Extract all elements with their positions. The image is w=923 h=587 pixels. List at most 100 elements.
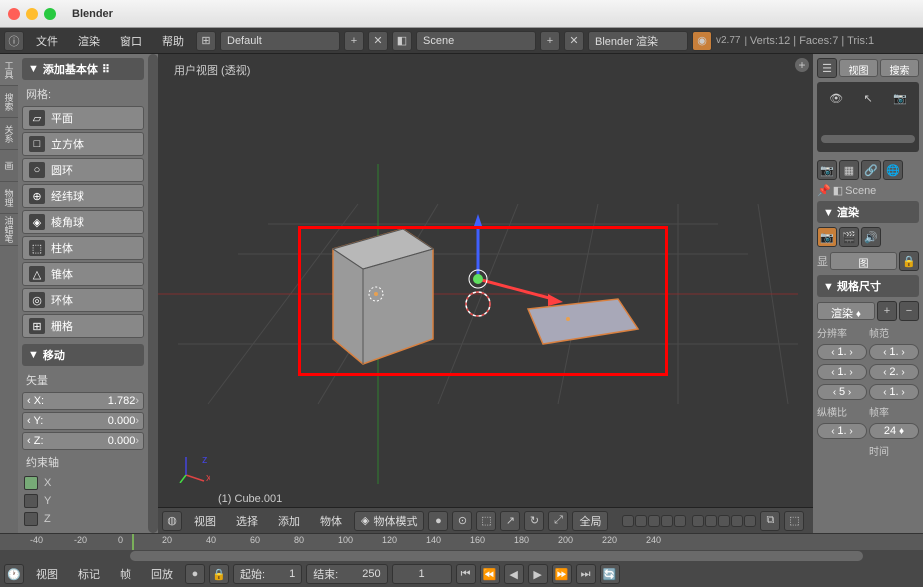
frame-step-input[interactable]: ‹ 1. ›: [869, 384, 919, 400]
preset-del-btn[interactable]: −: [899, 301, 919, 321]
jump-end-icon[interactable]: ⏭: [576, 564, 596, 584]
lock-range-icon[interactable]: 🔒: [209, 564, 229, 584]
prev-keyframe-icon[interactable]: ⏪: [480, 564, 500, 584]
props-scene-tab[interactable]: 🔗: [861, 160, 881, 180]
timeline-area[interactable]: -40-20020406080100120140160180200220240: [0, 533, 923, 561]
add-plane-btn[interactable]: ▱平面: [22, 106, 144, 130]
scene-del-btn[interactable]: ✕: [564, 31, 584, 51]
mode-dropdown[interactable]: ◈ 物体模式: [354, 511, 424, 531]
menu-render[interactable]: 渲染: [70, 31, 108, 51]
tab-tools[interactable]: 工具: [0, 54, 18, 86]
menu-help[interactable]: 帮助: [154, 31, 192, 51]
preset-add-btn[interactable]: +: [877, 301, 897, 321]
vec-z-input[interactable]: ‹ Z:0.000 ›: [22, 432, 144, 450]
render-image-btn[interactable]: 📷: [817, 227, 837, 247]
frame-end-field[interactable]: 结束: 250: [306, 564, 387, 584]
add-torus-btn[interactable]: ◎环体: [22, 288, 144, 312]
restrict-render-icon[interactable]: 📷: [893, 92, 907, 105]
jump-start-icon[interactable]: ⏮: [456, 564, 476, 584]
tl-menu-marker[interactable]: 标记: [70, 564, 108, 584]
sync-icon[interactable]: 🔄: [600, 564, 620, 584]
snap-icon[interactable]: ⬚: [784, 511, 804, 531]
tab-gp[interactable]: 油蜡笔: [0, 214, 18, 246]
res-y-input[interactable]: ‹ 1. ›: [817, 364, 867, 380]
aspect-x-input[interactable]: ‹ 1. ›: [817, 423, 867, 439]
timeline-scrollbar-thumb[interactable]: [130, 551, 863, 561]
vec-y-input[interactable]: ‹ Y:0.000 ›: [22, 412, 144, 430]
timeline-scrollbar-track[interactable]: [0, 550, 923, 562]
outliner-tree[interactable]: 👁 ↖ 📷: [817, 82, 919, 152]
add-cylinder-btn[interactable]: ⬚柱体: [22, 236, 144, 260]
info-icon[interactable]: ⓘ: [4, 31, 24, 51]
outliner-view-btn[interactable]: 视图: [839, 59, 878, 77]
timeline-type-icon[interactable]: 🕐: [4, 564, 24, 584]
render-section-header[interactable]: ▼ 渲染: [817, 201, 919, 223]
tab-relations[interactable]: 关系: [0, 118, 18, 150]
cube-object[interactable]: [333, 229, 433, 364]
close-window-btn[interactable]: [8, 8, 20, 20]
play-icon[interactable]: ▶: [528, 564, 548, 584]
plane-object[interactable]: [528, 299, 638, 344]
fps-input[interactable]: 24 ♦: [869, 423, 919, 439]
layout-icon[interactable]: ⊞: [196, 31, 216, 51]
screen-layout-dropdown[interactable]: Default: [220, 31, 340, 51]
next-keyframe-icon[interactable]: ⏩: [552, 564, 572, 584]
manipulator-toggle-icon[interactable]: ⬚: [476, 511, 496, 531]
rotate-gizmo-icon[interactable]: ↻: [524, 511, 544, 531]
scene-add-btn[interactable]: +: [540, 31, 560, 51]
tl-menu-view[interactable]: 视图: [28, 564, 66, 584]
move-header[interactable]: ▼ 移动: [22, 344, 144, 366]
add-uvsphere-btn[interactable]: ⊕经纬球: [22, 184, 144, 208]
outliner-search-btn[interactable]: 搜索: [880, 59, 919, 77]
scene-breadcrumb[interactable]: Scene: [845, 185, 876, 197]
tab-anim[interactable]: 画: [0, 150, 18, 182]
shading-solid-icon[interactable]: ●: [428, 511, 448, 531]
add-icosphere-btn[interactable]: ◈棱角球: [22, 210, 144, 234]
pin-icon[interactable]: 📌: [817, 184, 831, 197]
add-cone-btn[interactable]: △锥体: [22, 262, 144, 286]
restrict-viewport-icon[interactable]: 👁: [829, 92, 843, 105]
vp-menu-select[interactable]: 选择: [228, 511, 266, 531]
render-audio-btn[interactable]: 🔊: [861, 227, 881, 247]
scale-gizmo-icon[interactable]: ⤢: [548, 511, 568, 531]
render-engine-dropdown[interactable]: Blender 渲染: [588, 31, 688, 51]
preset-dropdown[interactable]: 渲染 ♦: [817, 302, 875, 320]
minimize-window-btn[interactable]: [26, 8, 38, 20]
tab-create[interactable]: 搜索: [0, 86, 18, 118]
lock-camera-icon[interactable]: ⧉: [760, 511, 780, 531]
timeline-ruler[interactable]: -40-20020406080100120140160180200220240: [0, 534, 923, 550]
props-world-tab[interactable]: 🌐: [883, 160, 903, 180]
layout-del-btn[interactable]: ✕: [368, 31, 388, 51]
frame-start-field[interactable]: 起始: 1: [233, 564, 302, 584]
tl-menu-playback[interactable]: 回放: [143, 564, 181, 584]
tab-physics[interactable]: 物理: [0, 182, 18, 214]
add-primitive-header[interactable]: ▼ 添加基本体 ⠿: [22, 58, 144, 80]
props-layers-tab[interactable]: ▦: [839, 160, 859, 180]
axis-x-check[interactable]: X: [22, 474, 144, 492]
menu-window[interactable]: 窗口: [112, 31, 150, 51]
toolshelf-scrollbar[interactable]: [148, 54, 158, 533]
tl-menu-frame[interactable]: 帧: [112, 564, 139, 584]
res-x-input[interactable]: ‹ 1. ›: [817, 344, 867, 360]
layer-buttons[interactable]: [622, 515, 756, 527]
play-reverse-icon[interactable]: ◀: [504, 564, 524, 584]
scene-icon[interactable]: ◧: [392, 31, 412, 51]
vp-menu-add[interactable]: 添加: [270, 511, 308, 531]
playhead[interactable]: [132, 534, 134, 550]
vp-menu-view[interactable]: 视图: [186, 511, 224, 531]
editor-type-icon[interactable]: ◍: [162, 511, 182, 531]
current-frame-field[interactable]: 1: [392, 564, 452, 584]
vp-menu-object[interactable]: 物体: [312, 511, 350, 531]
frame-start-input[interactable]: ‹ 1. ›: [869, 344, 919, 360]
layout-add-btn[interactable]: +: [344, 31, 364, 51]
display-mode-dropdown[interactable]: 图: [830, 252, 897, 270]
vec-x-input[interactable]: ‹ X:1.782 ›: [22, 392, 144, 410]
restrict-select-icon[interactable]: ↖: [864, 92, 873, 105]
axis-y-check[interactable]: Y: [22, 492, 144, 510]
dimensions-header[interactable]: ▼ 规格尺寸: [817, 275, 919, 297]
axis-z-check[interactable]: Z: [22, 510, 144, 528]
3d-viewport[interactable]: 用户视图 (透视) +: [158, 54, 813, 533]
add-circle-btn[interactable]: ○圆环: [22, 158, 144, 182]
auto-keyframe-icon[interactable]: ●: [185, 564, 205, 584]
menu-file[interactable]: 文件: [28, 31, 66, 51]
